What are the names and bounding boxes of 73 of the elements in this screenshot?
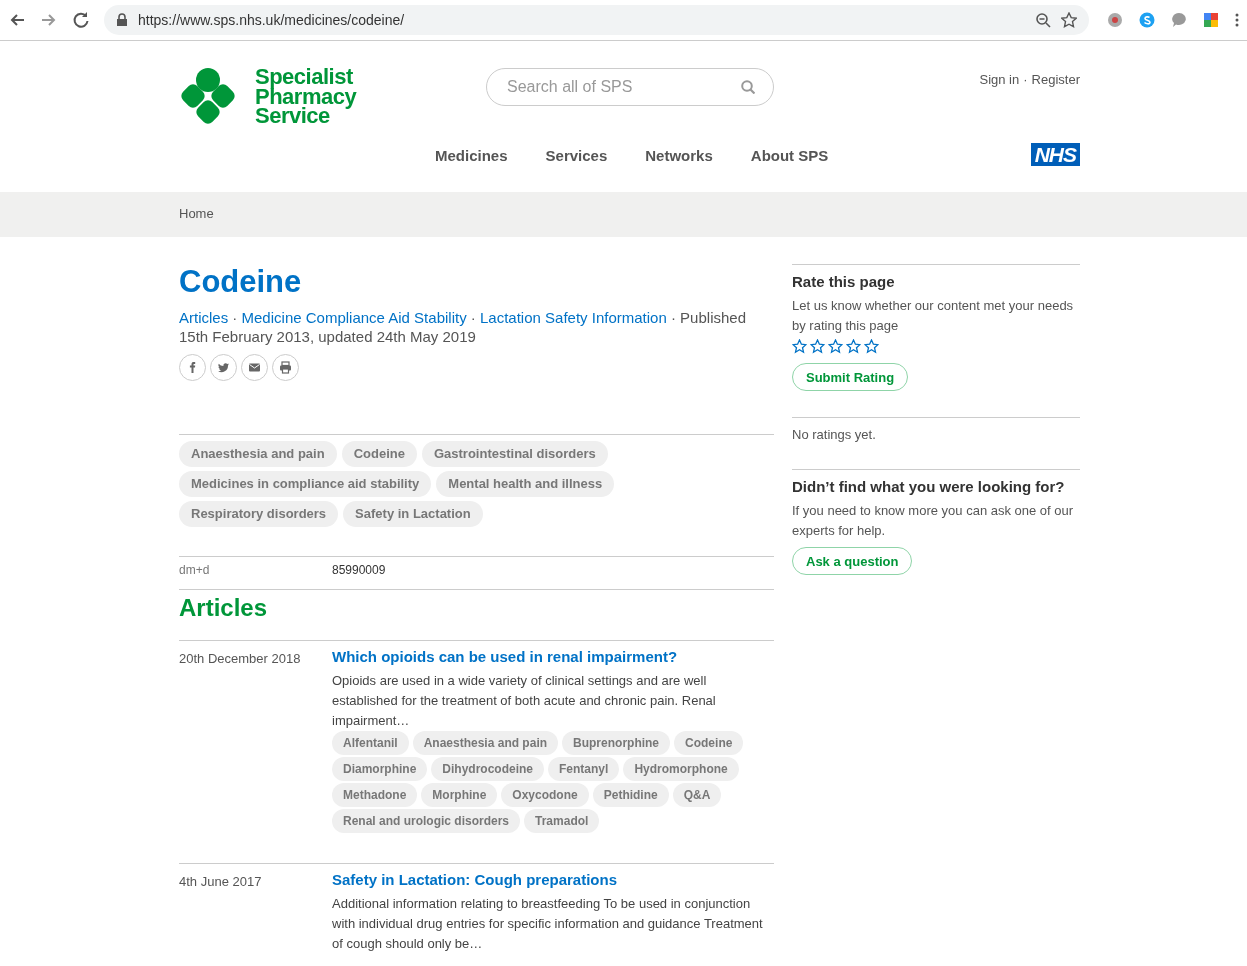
- tag-chip[interactable]: Fentanyl: [548, 757, 620, 781]
- bookmark-star-icon[interactable]: [1061, 12, 1077, 28]
- tag-chip[interactable]: Methadone: [332, 783, 418, 807]
- logo-mark-icon[interactable]: [179, 68, 237, 126]
- article-date: 20th December 2018: [179, 650, 302, 668]
- speech-bubble-icon[interactable]: [1171, 12, 1187, 28]
- reload-icon[interactable]: [72, 11, 90, 29]
- star-outline-icon[interactable]: [792, 339, 807, 354]
- submit-rating-button[interactable]: Submit Rating: [792, 363, 909, 391]
- search-icon[interactable]: [741, 80, 755, 94]
- tag-chip[interactable]: Codeine: [674, 731, 744, 755]
- tag-chip[interactable]: Anaesthesia and pain: [179, 441, 337, 467]
- tag-chip[interactable]: Anaesthesia and pain: [412, 731, 559, 755]
- identifier-label: dm+d: [179, 563, 211, 577]
- rating-heading: Rate this page: [792, 272, 896, 292]
- account-link[interactable]: Sign in: [979, 72, 1020, 87]
- tag-chip[interactable]: Oxycodone: [501, 783, 589, 807]
- identifier-value: 85990009: [332, 563, 387, 577]
- nav-link[interactable]: About SPS: [750, 147, 829, 164]
- article-summary: Additional information relating to breastfeeding To be used in conjunction with individual drug entries for specific information and guidance Treatment of cough should only be…: [332, 895, 764, 953]
- tag-chip[interactable]: Tramadol: [524, 809, 600, 833]
- article-summary: Opioids are used in a wide variety of clinical settings and are well established for the treatment of both acute and chronic pain. Renal impairment…: [332, 672, 717, 730]
- nav-link[interactable]: Medicines: [435, 147, 508, 164]
- tag-chip[interactable]: Buprenorphine: [562, 731, 671, 755]
- nav-link[interactable]: Services: [545, 147, 608, 164]
- zoom-icon[interactable]: [1035, 12, 1051, 28]
- star-outline-icon[interactable]: [864, 339, 879, 354]
- tag-chip[interactable]: Renal and urologic disorders: [332, 809, 521, 833]
- tag-chip[interactable]: Morphine: [421, 783, 498, 807]
- tag-chip[interactable]: Medicines in compliance aid stability: [179, 471, 432, 497]
- twitter-icon: [216, 360, 231, 375]
- tag-chip[interactable]: Codeine: [341, 441, 417, 467]
- extension-icon[interactable]: [1107, 12, 1123, 28]
- star-outline-icon[interactable]: [810, 339, 825, 354]
- printer-icon: [278, 360, 293, 375]
- star-outline-icon[interactable]: [828, 339, 843, 354]
- search-field[interactable]: Search all of SPS: [486, 68, 774, 106]
- url-text: https://www.sps.nhs.uk/medicines/codeine/: [138, 12, 405, 28]
- tag-chip[interactable]: Dihydrocodeine: [431, 757, 545, 781]
- help-heading: Didn’t find what you were looking for?: [792, 477, 1066, 497]
- skype-icon[interactable]: [1139, 12, 1155, 28]
- tag-chip[interactable]: Mental health and illness: [436, 471, 615, 497]
- article-title-link[interactable]: Which opioids can be used in renal impairment?: [332, 648, 678, 665]
- logo-text[interactable]: Specialist Pharmacy Service: [255, 67, 357, 126]
- nav-link[interactable]: Networks: [645, 147, 713, 164]
- tag-chip[interactable]: Hydromorphone: [623, 757, 739, 781]
- tag-chip[interactable]: Q&A: [672, 783, 722, 807]
- category-link[interactable]: Articles: [179, 309, 229, 326]
- nhs-logo: NHS: [1030, 143, 1080, 166]
- section-heading: Articles: [179, 589, 774, 640]
- tag-chip[interactable]: Safety in Lactation: [343, 501, 483, 527]
- address-bar[interactable]: https://www.sps.nhs.uk/medicines/codeine/: [104, 5, 1089, 35]
- help-text: If you need to know more you can ask one of our experts for help.: [792, 502, 1075, 540]
- tag-chip[interactable]: Pethidine: [592, 783, 669, 807]
- more-menu-icon[interactable]: [1235, 12, 1239, 28]
- tag-chip[interactable]: Alfentanil: [332, 731, 409, 755]
- account-link[interactable]: Register: [1031, 72, 1080, 87]
- rating-status: No ratings yet.: [792, 417, 1080, 469]
- tag-chip[interactable]: Diamorphine: [332, 757, 428, 781]
- category-link[interactable]: Lactation Safety Information: [480, 309, 667, 326]
- lock-icon: [116, 13, 128, 27]
- separator: ·: [1023, 72, 1028, 87]
- article-title-link[interactable]: Safety in Lactation: Cough preparations: [332, 871, 618, 888]
- page-title: Codeine: [179, 264, 303, 300]
- ask-question-button[interactable]: Ask a question: [792, 547, 913, 575]
- breadcrumb-link[interactable]: Home: [179, 206, 214, 221]
- tag-chip[interactable]: Gastrointestinal disorders: [421, 441, 608, 467]
- rating-text: Let us know whether our content met your needs by rating this page: [792, 297, 1075, 335]
- article-date: 4th June 2017: [179, 873, 263, 891]
- page-meta-text: Articles · Medicine Compliance Aid Stability · Lactation Safety Information · Published 15th February 2013, updated 24th May 2019: [179, 308, 747, 346]
- category-link[interactable]: Medicine Compliance Aid Stability: [241, 309, 467, 326]
- star-outline-icon[interactable]: [846, 339, 861, 354]
- tag-chip[interactable]: Respiratory disorders: [179, 501, 339, 527]
